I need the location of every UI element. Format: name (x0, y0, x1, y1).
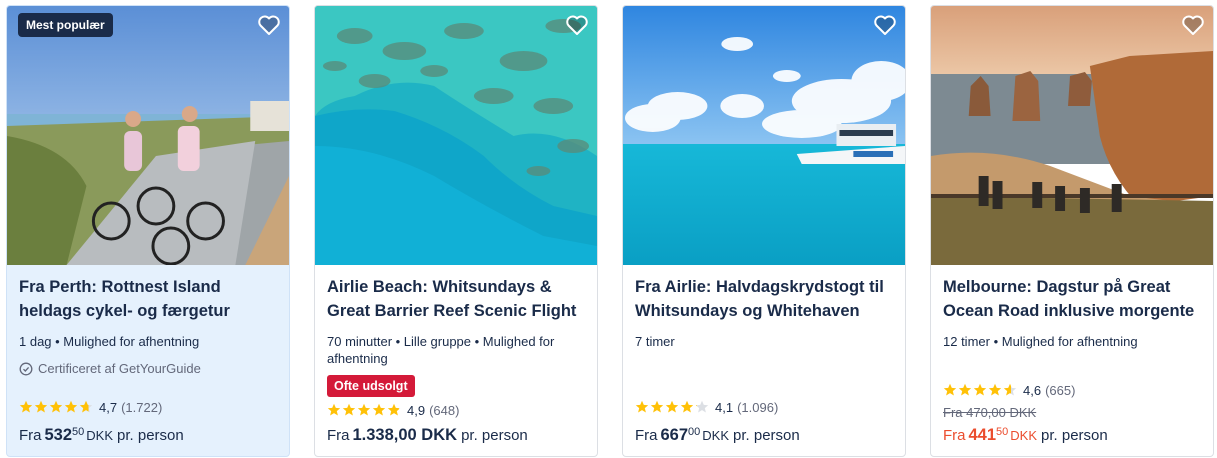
sale-price: Fra 44150 DKK pr. person (943, 422, 1201, 446)
star-icon (988, 383, 1002, 396)
coast-photo (931, 6, 1213, 265)
activity-image[interactable] (623, 6, 905, 265)
star-icon (19, 400, 33, 413)
review-count: (648) (429, 402, 460, 418)
price-currency: DKK (1010, 428, 1038, 443)
reef-photo (315, 6, 597, 265)
review-count: (1.722) (121, 399, 163, 415)
star-icon (680, 400, 694, 413)
heart-outline-icon (1182, 15, 1204, 35)
activity-title[interactable]: Melbourne: Dagstur på Great Ocean Road i… (943, 275, 1201, 323)
cycling-photo (7, 6, 289, 265)
certified-label: Certificeret af GetYourGuide (19, 361, 277, 376)
star-icon (64, 400, 78, 413)
price-from: Fra (19, 427, 42, 444)
rating-value: 4,1 (715, 399, 734, 415)
activity-image[interactable] (931, 6, 1213, 265)
activity-card-rottnest[interactable]: Mest populær Fra Perth: Rottnest Island … (6, 5, 290, 457)
price-suffix: pr. person (117, 427, 184, 444)
price-from: Fra (327, 427, 350, 444)
wishlist-button[interactable] (256, 12, 282, 38)
price-suffix: pr. person (733, 427, 800, 444)
star-icon (357, 403, 371, 416)
price-currency: DKK (86, 428, 114, 443)
activity-meta: 1 dag • Mulighed for afhentning (19, 334, 200, 349)
likely-to-sell-out-badge: Ofte udsolgt (327, 375, 415, 397)
original-price: Fra 470,00 DKK (943, 405, 1037, 420)
price-amount: 1.338,00 DKK (352, 426, 458, 444)
price-amount: 441 (968, 426, 997, 444)
rating-stars (327, 403, 401, 417)
activity-meta: 7 timer (635, 334, 675, 349)
rating: 4,9 (648) (327, 401, 585, 419)
star-icon (372, 403, 386, 416)
star-icon (958, 383, 972, 396)
price-from: Fra (635, 427, 658, 444)
star-icon (387, 403, 401, 416)
activity-title[interactable]: Airlie Beach: Whitsundays & Great Barrie… (327, 275, 585, 323)
activity-card-whitsundays-cruise[interactable]: Fra Airlie: Halvdagskrydstogt til Whitsu… (622, 5, 906, 457)
star-icon (650, 400, 664, 413)
star-icon (327, 403, 341, 416)
review-count: (1.096) (737, 399, 779, 415)
star-icon (695, 400, 709, 413)
heart-outline-icon (874, 15, 896, 35)
star-icon (943, 383, 957, 396)
activity-title[interactable]: Fra Perth: Rottnest Island heldags cykel… (19, 275, 277, 323)
rating: 4,6 (665) (943, 381, 1201, 399)
star-icon (665, 400, 679, 413)
activity-image[interactable]: Mest populær (7, 6, 289, 265)
price: Fra 66700 DKK pr. person (635, 422, 893, 446)
heart-outline-icon (566, 15, 588, 35)
rating-stars (635, 400, 709, 414)
check-circle-icon (19, 362, 33, 375)
heart-outline-icon (258, 15, 280, 35)
rating-value: 4,6 (1023, 382, 1042, 398)
star-icon (34, 400, 48, 413)
activity-meta: 12 timer • Mulighed for afhentning (943, 334, 1138, 349)
price-from: Fra (943, 427, 966, 444)
cruise-photo (623, 6, 905, 265)
most-popular-badge: Mest populær (18, 13, 113, 37)
price: Fra 1.338,00 DKK pr. person (327, 425, 585, 446)
price-cents: 00 (688, 426, 701, 438)
price-cents: 50 (996, 426, 1009, 438)
price-amount: 667 (660, 426, 689, 444)
activity-meta: 70 minutter • Lille gruppe • Mulighed fo… (327, 334, 555, 366)
activity-card-great-ocean-road[interactable]: Melbourne: Dagstur på Great Ocean Road i… (930, 5, 1214, 457)
price-suffix: pr. person (461, 427, 528, 444)
star-icon (973, 383, 987, 396)
rating: 4,7 (1.722) (19, 398, 277, 416)
review-count: (665) (1045, 382, 1076, 398)
activity-card-airlie-flight[interactable]: Airlie Beach: Whitsundays & Great Barrie… (314, 5, 598, 457)
activity-image[interactable] (315, 6, 597, 265)
price-amount: 532 (44, 426, 73, 444)
rating: 4,1 (1.096) (635, 398, 893, 416)
star-icon (635, 400, 649, 413)
star-icon (1003, 383, 1017, 396)
price: Fra 53250 DKK pr. person (19, 422, 277, 446)
star-icon (342, 403, 356, 416)
wishlist-button[interactable] (564, 12, 590, 38)
price-cents: 50 (72, 426, 85, 438)
certified-text: Certificeret af GetYourGuide (38, 361, 201, 376)
rating-stars (943, 383, 1017, 397)
rating-value: 4,9 (407, 402, 426, 418)
rating-value: 4,7 (99, 399, 118, 415)
wishlist-button[interactable] (872, 12, 898, 38)
star-icon (49, 400, 63, 413)
rating-stars (19, 400, 93, 414)
price-suffix: pr. person (1041, 427, 1108, 444)
activity-title[interactable]: Fra Airlie: Halvdagskrydstogt til Whitsu… (635, 275, 893, 323)
price-currency: DKK (702, 428, 730, 443)
star-icon (79, 400, 93, 413)
wishlist-button[interactable] (1180, 12, 1206, 38)
